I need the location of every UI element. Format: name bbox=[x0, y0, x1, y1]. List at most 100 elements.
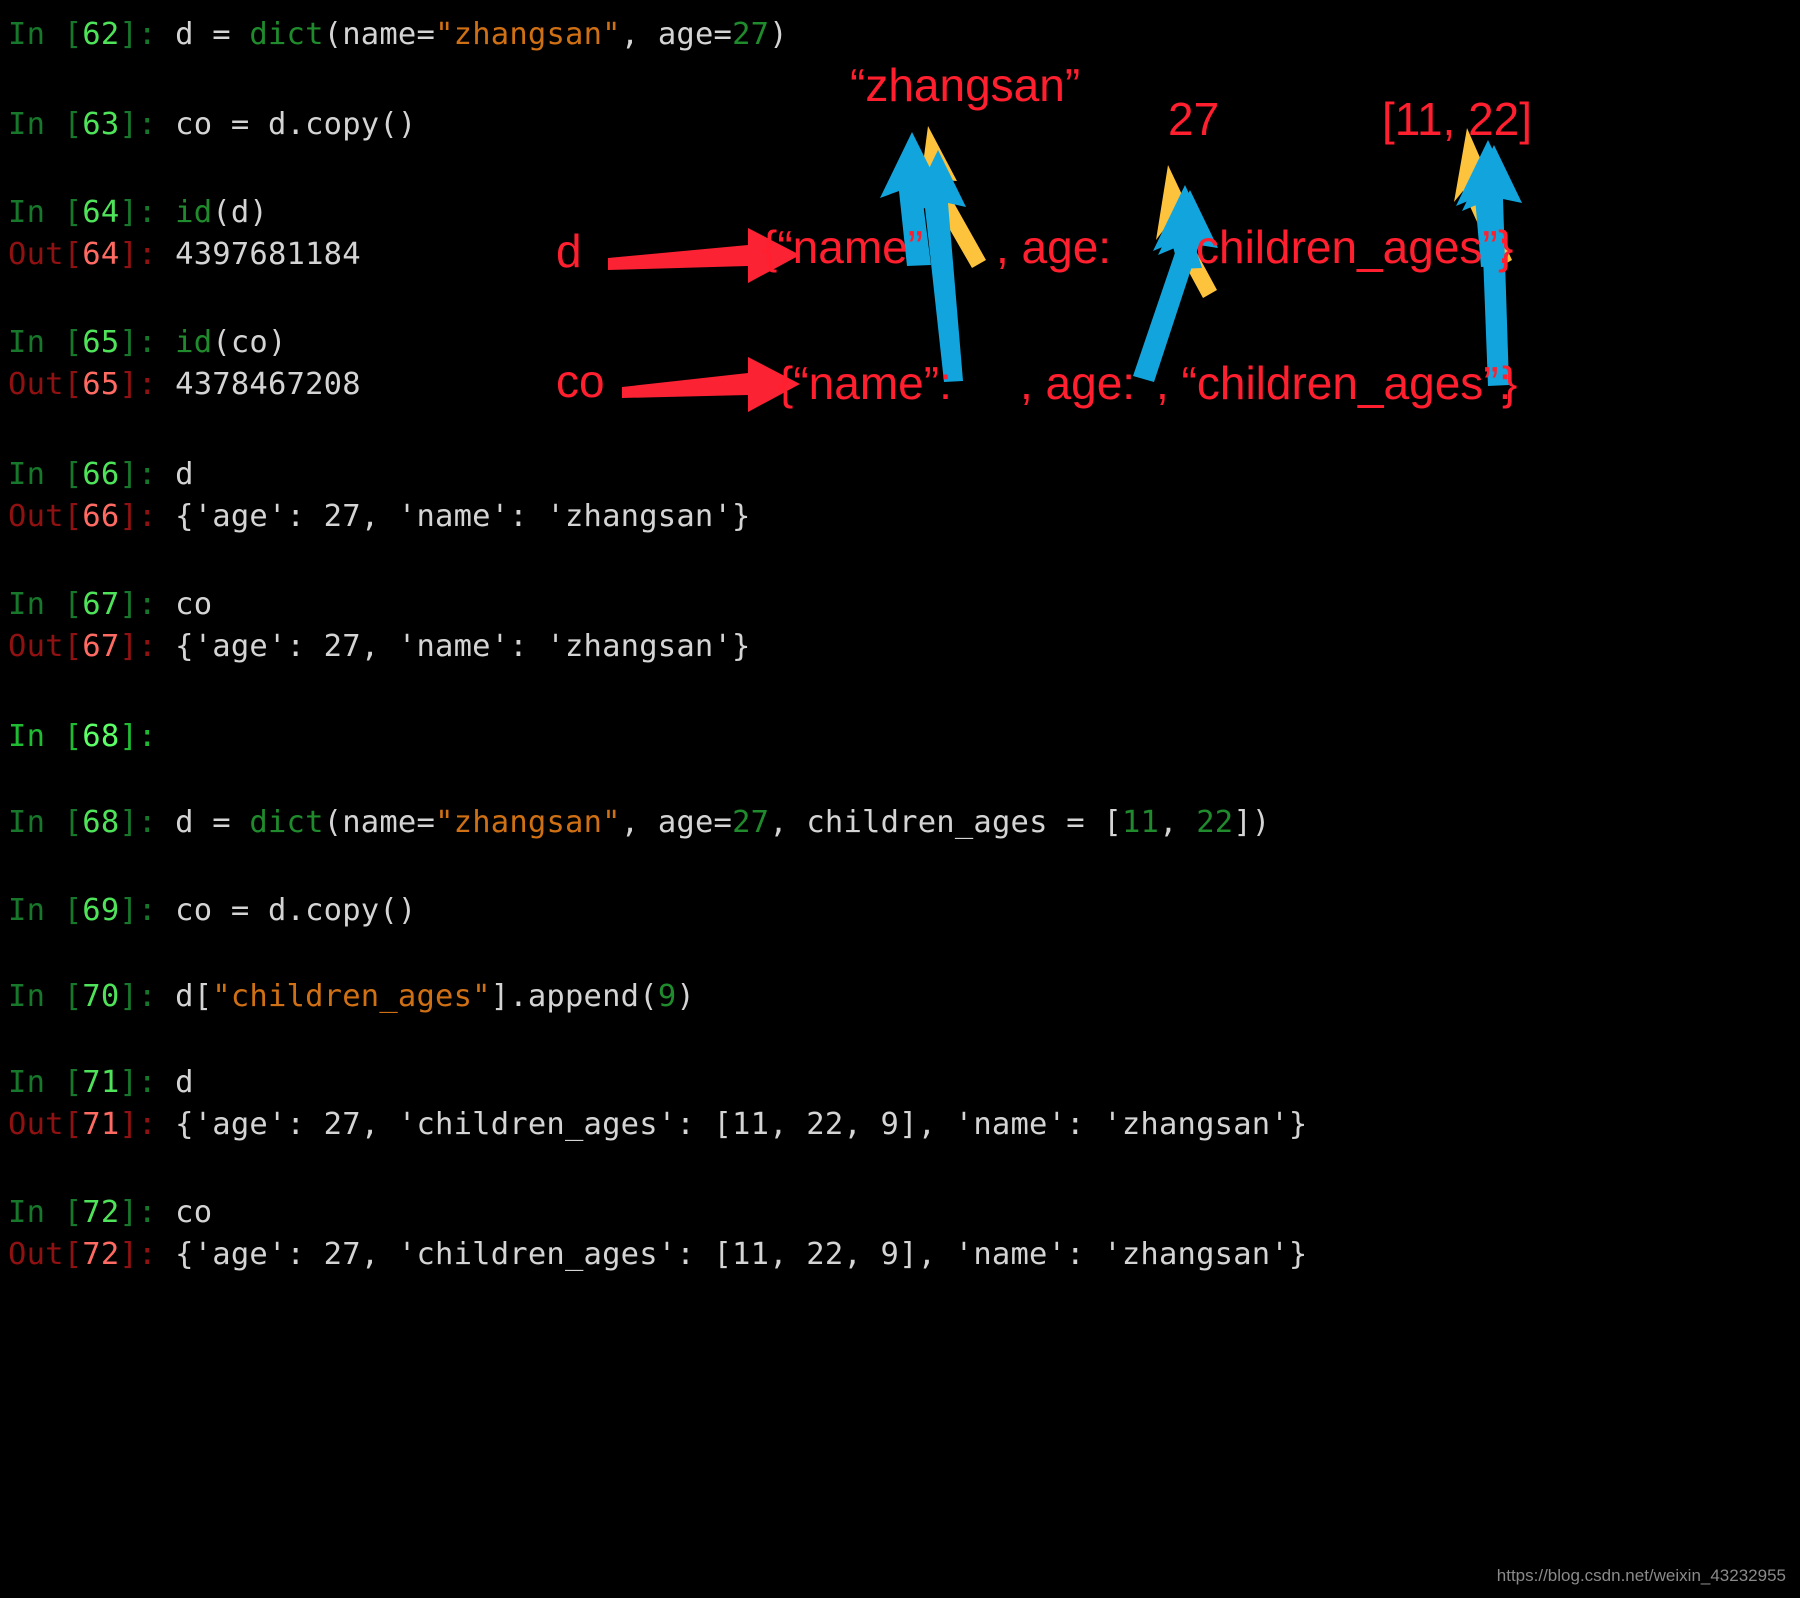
code-text: , age= bbox=[620, 805, 733, 840]
code-text: d bbox=[175, 1065, 194, 1100]
terminal-line-out71: Out[71]: {'age': 27, 'children_ages': [1… bbox=[8, 1107, 1308, 1142]
screenshot-root: In [62]: d = dict(name="zhangsan", age=2… bbox=[0, 0, 1800, 1598]
prompt-colon: : bbox=[138, 587, 176, 622]
prompt-number: 62 bbox=[82, 17, 120, 52]
prompt-number: 72 bbox=[82, 1237, 120, 1272]
string-literal: "zhangsan" bbox=[435, 805, 621, 840]
bracket-close: ] bbox=[119, 195, 138, 230]
code-text: d[ bbox=[175, 979, 213, 1014]
code-text: , children_ages = [ bbox=[769, 805, 1122, 840]
prompt-out-label: Out bbox=[8, 237, 64, 272]
terminal-line-in68-empty[interactable]: In [68]: bbox=[8, 719, 157, 754]
prompt-number: 68 bbox=[82, 719, 120, 754]
prompt-out-label: Out bbox=[8, 629, 64, 664]
prompt-in-label: In bbox=[8, 587, 64, 622]
terminal-line-in62: In [62]: d = dict(name="zhangsan", age=2… bbox=[8, 17, 788, 52]
prompt-colon: : bbox=[138, 1195, 176, 1230]
prompt-number: 65 bbox=[82, 367, 120, 402]
builtin-id: id bbox=[175, 195, 213, 230]
prompt-colon: : bbox=[138, 195, 176, 230]
prompt-number: 64 bbox=[82, 237, 120, 272]
bracket-open: [ bbox=[63, 893, 83, 928]
bracket-open: [ bbox=[63, 457, 83, 492]
number-literal: 9 bbox=[657, 979, 677, 1014]
number-literal: 27 bbox=[732, 17, 770, 52]
prompt-number: 67 bbox=[82, 587, 120, 622]
prompt-in-label: In bbox=[8, 17, 64, 52]
bracket-close: ] bbox=[119, 893, 138, 928]
bracket-close: ] bbox=[119, 499, 138, 534]
output-value: 4378467208 bbox=[175, 367, 361, 402]
terminal-line-out72: Out[72]: {'age': 27, 'children_ages': [1… bbox=[8, 1237, 1308, 1272]
code-text: ) bbox=[769, 17, 788, 52]
bracket-open: [ bbox=[63, 587, 83, 622]
builtin-dict: dict bbox=[249, 805, 324, 840]
terminal-line-in67: In [67]: co bbox=[8, 587, 212, 622]
code-text: (d) bbox=[212, 195, 268, 230]
code-text: (name= bbox=[323, 17, 436, 52]
builtin-dict: dict bbox=[249, 17, 324, 52]
bracket-open: [ bbox=[63, 325, 83, 360]
prompt-number: 71 bbox=[82, 1107, 120, 1142]
bracket-close: ] bbox=[119, 1195, 138, 1230]
bracket-open: [ bbox=[63, 107, 83, 142]
output-value: {'age': 27, 'children_ages': [11, 22, 9]… bbox=[175, 1237, 1308, 1272]
prompt-in-label: In bbox=[8, 457, 64, 492]
prompt-number: 68 bbox=[82, 805, 120, 840]
bracket-open: [ bbox=[63, 719, 83, 754]
bracket-open: [ bbox=[63, 805, 83, 840]
bracket-close: ] bbox=[119, 1107, 138, 1142]
bracket-open: [ bbox=[63, 1065, 83, 1100]
bracket-close: ] bbox=[119, 1065, 138, 1100]
prompt-colon: : bbox=[138, 1237, 176, 1272]
prompt-in-label: In bbox=[8, 805, 64, 840]
string-literal: "children_ages" bbox=[212, 979, 491, 1014]
prompt-colon: : bbox=[138, 107, 176, 142]
terminal-line-in72: In [72]: co bbox=[8, 1195, 212, 1230]
code-text: co = d.copy() bbox=[175, 107, 417, 142]
ipython-terminal[interactable]: In [62]: d = dict(name="zhangsan", age=2… bbox=[0, 0, 1800, 1598]
bracket-close: ] bbox=[119, 17, 138, 52]
prompt-number: 64 bbox=[82, 195, 120, 230]
prompt-number: 63 bbox=[82, 107, 120, 142]
prompt-in-label: In bbox=[8, 979, 64, 1014]
code-text: , age= bbox=[620, 17, 733, 52]
prompt-out-label: Out bbox=[8, 367, 64, 402]
output-value: {'age': 27, 'children_ages': [11, 22, 9]… bbox=[175, 1107, 1308, 1142]
output-value: {'age': 27, 'name': 'zhangsan'} bbox=[175, 499, 751, 534]
bracket-open: [ bbox=[63, 1107, 83, 1142]
prompt-out-label: Out bbox=[8, 499, 64, 534]
bracket-close: ] bbox=[119, 719, 138, 754]
bracket-close: ] bbox=[119, 367, 138, 402]
bracket-close: ] bbox=[119, 805, 138, 840]
code-text: d = bbox=[175, 805, 250, 840]
terminal-line-in68: In [68]: d = dict(name="zhangsan", age=2… bbox=[8, 805, 1271, 840]
terminal-line-in64: In [64]: id(d) bbox=[8, 195, 268, 230]
bracket-open: [ bbox=[63, 1237, 83, 1272]
prompt-number: 66 bbox=[82, 499, 120, 534]
terminal-line-out65: Out[65]: 4378467208 bbox=[8, 367, 361, 402]
prompt-colon: : bbox=[138, 499, 176, 534]
bracket-open: [ bbox=[63, 17, 83, 52]
terminal-line-in69: In [69]: co = d.copy() bbox=[8, 893, 416, 928]
code-text: , bbox=[1159, 805, 1197, 840]
prompt-colon: : bbox=[138, 17, 176, 52]
bracket-open: [ bbox=[63, 367, 83, 402]
bracket-close: ] bbox=[119, 979, 138, 1014]
terminal-line-in70: In [70]: d["children_ages"].append(9) bbox=[8, 979, 695, 1014]
prompt-colon: : bbox=[138, 457, 176, 492]
output-value: 4397681184 bbox=[175, 237, 361, 272]
prompt-colon: : bbox=[138, 629, 176, 664]
prompt-number: 69 bbox=[82, 893, 120, 928]
prompt-colon: : bbox=[138, 719, 157, 754]
prompt-colon: : bbox=[138, 367, 176, 402]
bracket-open: [ bbox=[63, 629, 83, 664]
prompt-colon: : bbox=[138, 1065, 176, 1100]
terminal-line-in71: In [71]: d bbox=[8, 1065, 194, 1100]
bracket-open: [ bbox=[63, 1195, 83, 1230]
prompt-number: 71 bbox=[82, 1065, 120, 1100]
terminal-line-in66: In [66]: d bbox=[8, 457, 194, 492]
prompt-out-label: Out bbox=[8, 1237, 64, 1272]
bracket-close: ] bbox=[119, 237, 138, 272]
code-text: (name= bbox=[323, 805, 436, 840]
